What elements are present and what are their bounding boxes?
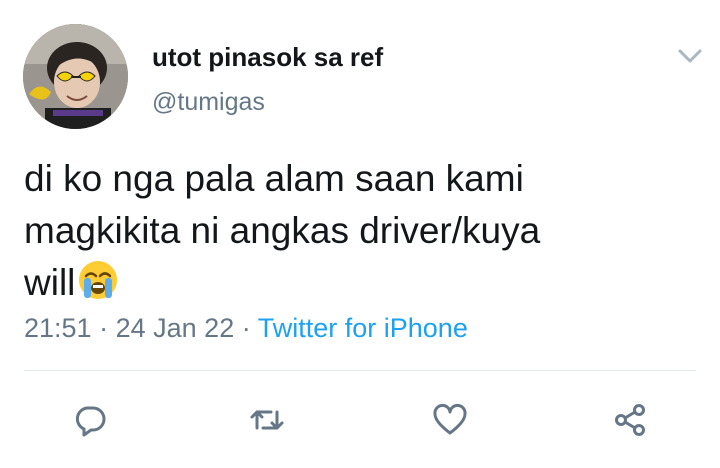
chevron-down-icon[interactable] [674, 42, 706, 70]
share-icon [615, 404, 645, 436]
tweet-text: di ko nga pala alam saan kami magkikita … [24, 153, 704, 309]
tweet-time[interactable]: 21:51 [24, 313, 92, 343]
profile-photo [23, 24, 128, 129]
tweet-meta: 21:51 · 24 Jan 22 · Twitter for iPhone [24, 313, 468, 344]
tweet-source-link[interactable]: Twitter for iPhone [258, 313, 468, 343]
tweet-date[interactable]: 24 Jan 22 [116, 313, 235, 343]
meta-separator: · [99, 313, 109, 343]
divider [24, 370, 696, 371]
like-button[interactable] [428, 398, 472, 442]
display-name[interactable]: utot pinasok sa ref [152, 42, 383, 73]
retweet-button[interactable] [245, 398, 289, 442]
loudly-crying-face-icon [77, 259, 119, 301]
heart-icon [433, 403, 467, 435]
avatar[interactable] [23, 24, 128, 129]
reply-button[interactable] [68, 398, 112, 442]
reply-icon [75, 406, 106, 437]
retweet-icon [250, 410, 284, 430]
meta-separator: · [241, 313, 251, 343]
share-button[interactable] [608, 398, 652, 442]
user-handle[interactable]: @tumigas [152, 88, 265, 117]
